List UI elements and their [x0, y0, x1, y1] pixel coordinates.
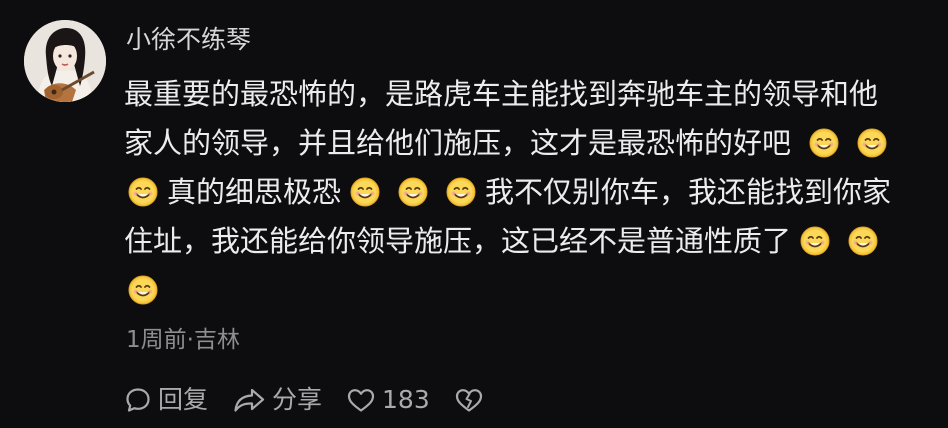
like-button[interactable]: 183: [346, 380, 430, 420]
comment-line: 住址，我还能给你领导施压，这已经不是普通性质了: [124, 217, 934, 266]
comment-actions: 回复 分享 183: [124, 380, 508, 420]
smile-emoji-icon: [350, 177, 380, 207]
comment-line: 家人的领导，并且给他们施压，这才是最恐怖的好吧: [124, 119, 934, 168]
username[interactable]: 小徐不练琴: [126, 20, 251, 60]
comment-text-segment: 我不仅别你车，我还能找到你家: [485, 175, 892, 209]
smile-emoji-icon: [800, 226, 830, 256]
comment-meta: 1周前·吉林: [126, 327, 240, 353]
comment-text-segment: 最重要的最恐怖的，是路虎车主能找到奔驰车主的领导和他: [124, 77, 879, 111]
comment-line: 最重要的最恐怖的，是路虎车主能找到奔驰车主的领导和他: [124, 70, 934, 119]
like-count: 183: [382, 385, 430, 414]
dislike-button[interactable]: [454, 386, 484, 414]
reply-button[interactable]: 回复: [124, 380, 208, 420]
comment-line: [124, 266, 934, 315]
share-label: 分享: [272, 385, 323, 414]
share-icon: [234, 388, 265, 412]
smile-emoji-icon: [857, 128, 887, 158]
comment-line: 真的细思极恐 我不仅别你车，我还能找到你家: [124, 168, 934, 217]
comment-text: 最重要的最恐怖的，是路虎车主能找到奔驰车主的领导和他 家人的领导，并且给他们施压…: [124, 70, 934, 315]
comment-text-segment: 家人的领导，并且给他们施压，这才是最恐怖的好吧: [124, 126, 792, 160]
broken-heart-icon: [455, 389, 482, 412]
share-button[interactable]: 分享: [232, 380, 322, 420]
comment-text-segment: 真的细思极恐: [167, 175, 342, 209]
reply-label: 回复: [158, 385, 209, 414]
smile-emoji-icon: [128, 275, 158, 305]
smile-emoji-icon: [809, 128, 839, 158]
avatar-image: [24, 20, 106, 102]
heart-icon: [347, 389, 375, 412]
smile-emoji-icon: [446, 177, 476, 207]
smile-emoji-icon: [398, 177, 428, 207]
comment-text-segment: 住址，我还能给你领导施压，这已经不是普通性质了: [124, 224, 792, 258]
smile-emoji-icon: [848, 226, 878, 256]
reply-icon: [126, 388, 150, 412]
smile-emoji-icon: [128, 177, 158, 207]
avatar[interactable]: [24, 20, 106, 102]
